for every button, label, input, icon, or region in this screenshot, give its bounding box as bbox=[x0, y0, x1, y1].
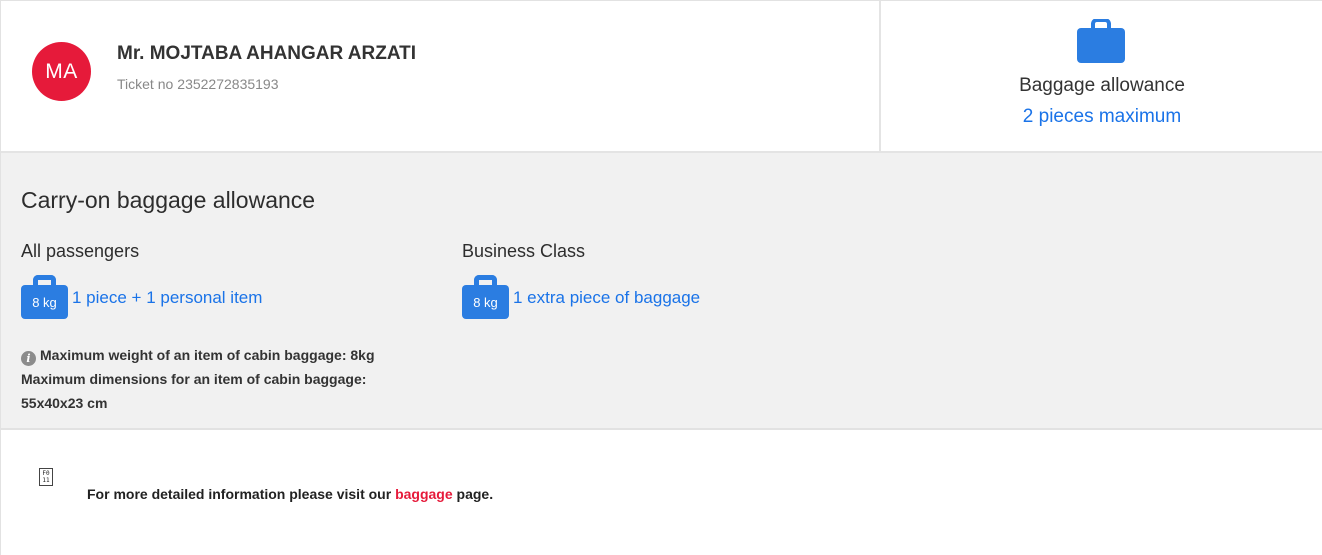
bag-weight-label: 8 kg bbox=[473, 295, 498, 310]
business-bag-icon: 8 kg bbox=[462, 275, 509, 319]
passenger-name: Mr. MOJTABA AHANGAR ARZATI bbox=[117, 43, 417, 64]
cabin-baggage-info: i Maximum weight of an item of cabin bagg… bbox=[21, 343, 411, 415]
info-icon: i bbox=[21, 351, 36, 366]
business-class-title: Business Class bbox=[462, 241, 586, 261]
missing-glyph-icon: F0 11 bbox=[39, 468, 53, 486]
allowance-title: Baggage allowance bbox=[1019, 75, 1185, 96]
suitcase-icon bbox=[1077, 19, 1125, 63]
all-passengers-allowance: 1 piece + 1 personal item bbox=[72, 288, 263, 307]
ticket-number: 2352272835193 bbox=[177, 76, 279, 92]
baggage-card: MA Mr. MOJTABA AHANGAR ARZATI Ticket no 2… bbox=[0, 0, 1322, 555]
footer-suffix: page. bbox=[456, 486, 494, 502]
avatar: MA bbox=[32, 42, 91, 101]
all-passengers-title: All passengers bbox=[21, 241, 140, 261]
ticket-label: Ticket no bbox=[117, 76, 174, 92]
info-text: Maximum weight of an item of cabin bagga… bbox=[21, 347, 375, 411]
ticket-line: Ticket no 2352272835193 bbox=[117, 76, 279, 92]
bag-weight-label: 8 kg bbox=[32, 295, 57, 310]
carry-on-bag-icon: 8 kg bbox=[21, 275, 68, 319]
allowance-value: 2 pieces maximum bbox=[1022, 106, 1182, 127]
footer-text: For more detailed information please vis… bbox=[87, 486, 493, 502]
baggage-link[interactable]: baggage bbox=[395, 486, 453, 502]
carry-on-title: Carry-on baggage allowance bbox=[21, 187, 316, 213]
carry-on-section: Carry-on baggage allowance All passenger… bbox=[1, 153, 1322, 430]
baggage-allowance-summary: Baggage allowance 2 pieces maximum bbox=[881, 1, 1322, 151]
footer-section: F0 11 For more detailed information pleas… bbox=[1, 430, 1322, 555]
passenger-row: MA Mr. MOJTABA AHANGAR ARZATI Ticket no 2… bbox=[1, 1, 1322, 153]
passenger-info: MA Mr. MOJTABA AHANGAR ARZATI Ticket no 2… bbox=[1, 1, 880, 151]
business-class-allowance: 1 extra piece of baggage bbox=[513, 288, 701, 307]
footer-prefix: For more detailed information please vis… bbox=[87, 486, 392, 502]
